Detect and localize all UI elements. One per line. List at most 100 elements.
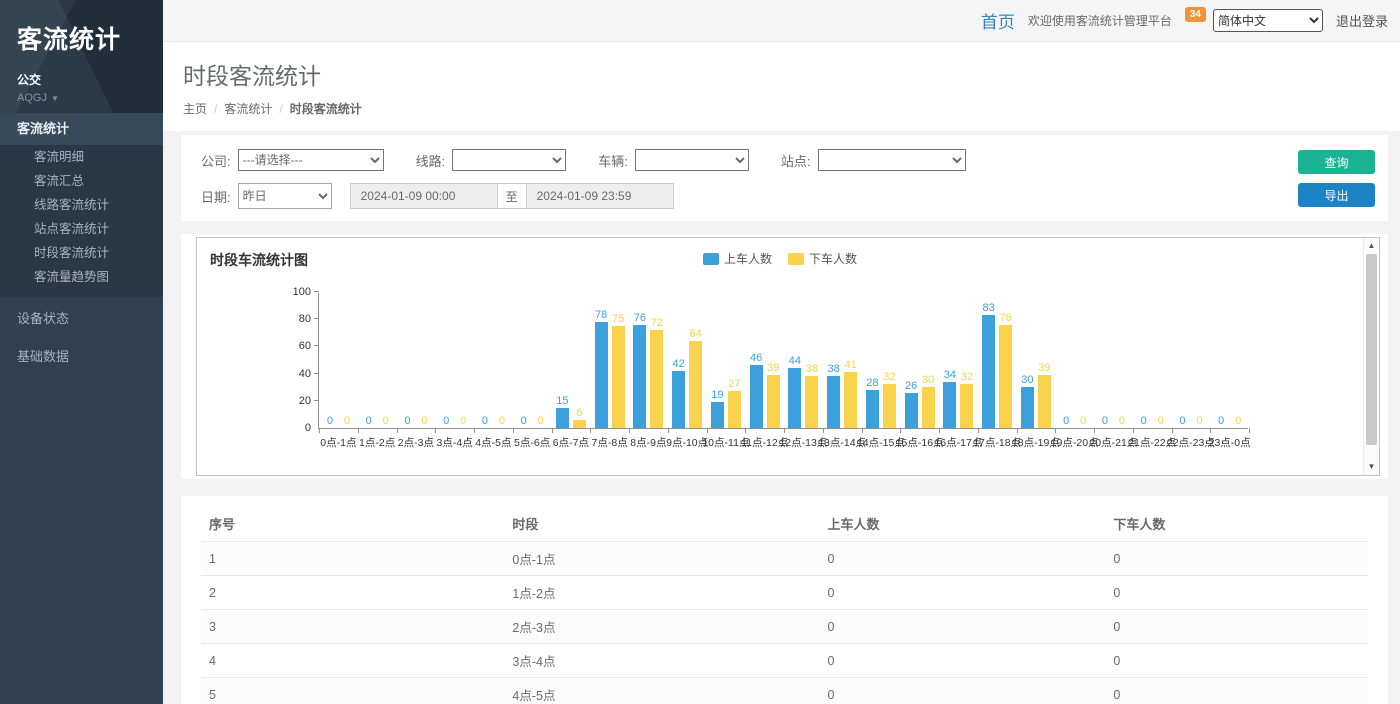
bar-value-label: 75 <box>612 313 624 325</box>
station-select[interactable] <box>818 149 966 171</box>
bar-column: 39 <box>1038 362 1051 428</box>
y-axis-label: 40 <box>285 368 311 380</box>
y-axis-label: 60 <box>285 340 311 352</box>
query-button[interactable]: 查询 <box>1298 150 1375 174</box>
bar-value-label: 0 <box>344 415 350 427</box>
bar-value-label: 42 <box>673 358 685 370</box>
table-cell: 2点-3点 <box>504 610 819 644</box>
date-label: 日期: <box>201 187 231 206</box>
bar-column: 19 <box>711 389 724 428</box>
sidebar-item-passenger-stats[interactable]: 客流统计 <box>0 113 163 145</box>
table-cell: 0 <box>1105 678 1368 704</box>
company-select[interactable]: ---请选择--- <box>238 149 384 171</box>
date-preset-select[interactable]: 昨日 <box>238 183 332 209</box>
bar-value-label: 0 <box>521 415 527 427</box>
app-logo-title: 客流统计 <box>17 20 163 56</box>
bar-column: 38 <box>827 363 840 428</box>
station-label: 站点: <box>781 151 811 170</box>
table-cell: 0 <box>1105 610 1368 644</box>
bar <box>999 325 1012 428</box>
date-to-input[interactable] <box>526 183 674 209</box>
bar-value-label: 0 <box>1102 415 1108 427</box>
x-axis-tick <box>1210 428 1211 433</box>
scroll-up-icon[interactable]: ▲ <box>1364 240 1379 252</box>
date-from-input[interactable] <box>350 183 498 209</box>
table-header-cell: 下车人数 <box>1105 506 1368 542</box>
bar-value-label: 76 <box>634 312 646 324</box>
x-axis-tick <box>474 428 475 433</box>
scrollbar-thumb[interactable] <box>1366 254 1377 445</box>
legend-item[interactable]: 下车人数 <box>788 250 857 267</box>
language-select[interactable]: 简体中文 <box>1213 9 1323 32</box>
bar-value-label: 39 <box>767 362 779 374</box>
bar-value-label: 38 <box>806 363 818 375</box>
bar-value-label: 6 <box>576 407 582 419</box>
y-axis-label: 80 <box>285 313 311 325</box>
x-axis-tick <box>862 428 863 433</box>
bar-group: 4639 <box>745 273 784 428</box>
company-label: 公司: <box>201 151 231 170</box>
bar-group: 7672 <box>629 273 668 428</box>
bar-column: 30 <box>922 374 935 428</box>
bar <box>573 420 586 428</box>
export-button[interactable]: 导出 <box>1298 183 1375 207</box>
bar-value-label: 28 <box>866 377 878 389</box>
x-axis-label: 3点-4点 <box>437 435 473 450</box>
sidebar-item-base-data[interactable]: 基础数据 <box>0 341 163 373</box>
breadcrumb-passenger-stats[interactable]: 客流统计 <box>224 102 272 116</box>
x-axis-label: 1点-2点 <box>359 435 395 450</box>
bar-column: 0 <box>534 415 547 428</box>
table-cell: 3 <box>201 610 504 644</box>
user-menu[interactable]: AQGJ▼ <box>17 92 163 104</box>
legend-label: 下车人数 <box>809 250 857 267</box>
notification-badge[interactable]: 34 <box>1185 7 1206 22</box>
x-axis-tick <box>978 428 979 433</box>
bar-value-label: 32 <box>883 371 895 383</box>
x-axis-tick <box>1172 428 1173 433</box>
bar-column: 42 <box>672 358 685 428</box>
bar-value-label: 0 <box>482 415 488 427</box>
table-cell: 0 <box>819 542 1105 576</box>
bar-value-label: 30 <box>922 374 934 386</box>
bar-column: 44 <box>788 355 801 428</box>
bar-group: 00 <box>1172 273 1211 428</box>
bar-value-label: 30 <box>1021 374 1033 386</box>
bar-value-label: 19 <box>711 389 723 401</box>
sidebar-subitem[interactable]: 客流量趋势图 <box>0 265 163 289</box>
bar-column: 78 <box>595 309 608 428</box>
table-row: 21点-2点00 <box>201 576 1368 610</box>
bar-column: 0 <box>1176 415 1189 428</box>
action-buttons: 查询 导出 <box>1298 150 1375 207</box>
chart-legend: 上车人数 下车人数 <box>197 250 1363 267</box>
sidebar-subitem[interactable]: 站点客流统计 <box>0 217 163 241</box>
table-row: 43点-4点00 <box>201 644 1368 678</box>
sidebar-subitem[interactable]: 线路客流统计 <box>0 193 163 217</box>
bar-column: 28 <box>866 377 879 428</box>
x-axis-tick <box>552 428 553 433</box>
breadcrumb-home[interactable]: 主页 <box>183 102 207 116</box>
sidebar-item-device-status[interactable]: 设备状态 <box>0 303 163 335</box>
bar-column: 0 <box>1115 415 1128 428</box>
bar <box>943 382 956 428</box>
sidebar-subitem[interactable]: 客流汇总 <box>0 169 163 193</box>
bar-column: 76 <box>633 312 646 428</box>
vehicle-select[interactable] <box>635 149 749 171</box>
sidebar-subitem[interactable]: 时段客流统计 <box>0 241 163 265</box>
bar-group: 28 32 <box>862 273 901 428</box>
sidebar-logo-area: 客流统计 公交 AQGJ▼ <box>0 0 163 113</box>
bar <box>612 326 625 428</box>
bar-column: 32 <box>883 371 896 428</box>
bar-column: 0 <box>323 415 336 428</box>
bar <box>788 368 801 428</box>
bar <box>883 384 896 428</box>
x-axis-tick <box>1017 428 1018 433</box>
line-select[interactable] <box>452 149 566 171</box>
sidebar-submenu: 客流明细客流汇总线路客流统计站点客流统计时段客流统计客流量趋势图 <box>0 145 163 289</box>
logout-link[interactable]: 退出登录 <box>1336 11 1388 30</box>
legend-item[interactable]: 上车人数 <box>703 250 772 267</box>
sidebar-section-passenger-stats: 客流统计 客流明细客流汇总线路客流统计站点客流统计时段客流统计客流量趋势图 <box>0 113 163 297</box>
scroll-down-icon[interactable]: ▼ <box>1364 461 1379 473</box>
home-link[interactable]: 首页 <box>981 8 1015 33</box>
chart-scrollbar[interactable]: ▲ ▼ <box>1363 238 1379 475</box>
sidebar-subitem[interactable]: 客流明细 <box>0 145 163 169</box>
